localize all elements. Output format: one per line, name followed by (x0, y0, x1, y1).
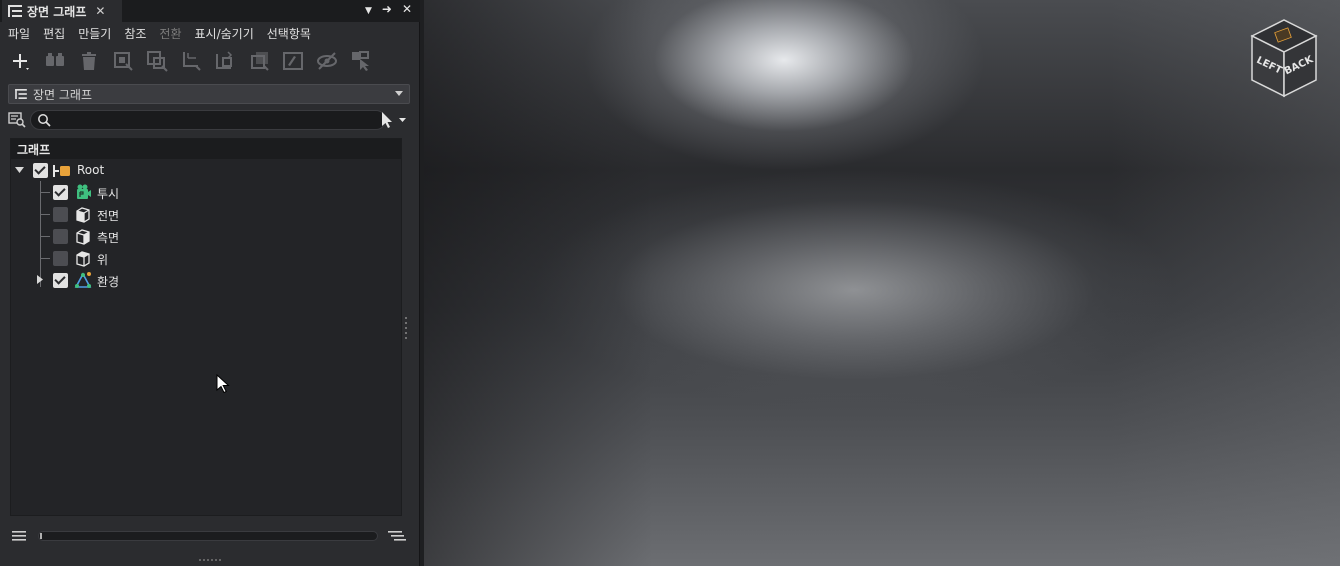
tree-label: 투시 (97, 187, 120, 201)
rename-icon (283, 52, 303, 70)
graph-selector-dropdown[interactable]: 장면 그래프 (8, 84, 410, 104)
visibility-checkbox[interactable] (53, 185, 68, 200)
tree-row-environment[interactable]: 환경 (11, 269, 401, 291)
3d-viewport[interactable]: LEFT BACK (424, 0, 1340, 566)
side-camera-icon (76, 229, 90, 245)
graph-selector-value: 장면 그래프 (33, 87, 93, 102)
tree-row-perspective[interactable]: 투시 (11, 181, 401, 203)
scene-graph-icon (8, 5, 22, 17)
horizontal-scrollbar[interactable] (38, 531, 378, 541)
copy-transform-button (242, 47, 276, 75)
menu-file[interactable]: 파일 (8, 25, 30, 42)
frame-all-button (106, 47, 140, 75)
group-icon (46, 53, 64, 66)
tree-label: 위 (97, 253, 109, 267)
tree-label: 측면 (97, 231, 120, 245)
add-icon (13, 54, 29, 70)
frame-selected-icon (147, 51, 168, 72)
scene-graph-panel: 장면 그래프 ✕ ▼ ➜ ✕ 파일 편집 만들기 참조 전환 표시/숨기기 선택… (0, 0, 420, 566)
root-group-icon (53, 165, 70, 177)
tab-scene-graph[interactable]: 장면 그래프 ✕ (2, 0, 122, 22)
chevron-down-icon (395, 91, 403, 96)
hide-button (310, 47, 344, 75)
pivot-button (208, 47, 242, 75)
panel-menu-icon[interactable]: ▼ (365, 2, 372, 20)
transform-icon (183, 52, 201, 71)
menu-selection[interactable]: 선택항목 (267, 25, 311, 42)
selection-mode-icon[interactable] (380, 111, 410, 129)
tab-close-icon[interactable]: ✕ (95, 4, 105, 18)
pivot-icon (216, 51, 233, 69)
visibility-checkbox-root[interactable] (33, 163, 48, 178)
tree-label: 환경 (97, 275, 120, 289)
tree-column-header: 그래프 (11, 139, 401, 159)
resize-handle[interactable] (198, 558, 222, 562)
visibility-checkbox[interactable] (53, 273, 68, 288)
group-button (38, 47, 72, 75)
scene-tree: 그래프 Root 투시 전면 측면 위 환경 (10, 138, 402, 516)
visibility-checkbox[interactable] (53, 207, 68, 222)
rename-button (276, 47, 310, 75)
frame-all-icon (114, 52, 133, 71)
view-cube[interactable]: LEFT BACK (1244, 16, 1324, 100)
menu-bar: 파일 편집 만들기 참조 전환 표시/숨기기 선택항목 (0, 22, 420, 44)
tree-label-root: Root (77, 163, 105, 177)
visibility-checkbox[interactable] (53, 229, 68, 244)
scene-graph-icon (15, 89, 27, 99)
tree-row-front[interactable]: 전면 (11, 203, 401, 225)
search-box (30, 110, 386, 130)
tab-title: 장면 그래프 (27, 4, 87, 19)
tree-row-side[interactable]: 측면 (11, 225, 401, 247)
select-hierarchy-button (344, 47, 378, 75)
panel-close-icon[interactable]: ✕ (402, 2, 412, 20)
top-camera-icon (76, 251, 90, 267)
pin-icon[interactable]: ➜ (382, 2, 392, 20)
front-camera-icon (76, 207, 90, 223)
menu-create[interactable]: 만들기 (78, 25, 111, 42)
splitter-handle[interactable] (404, 316, 408, 340)
tree-footer (0, 524, 420, 548)
expand-arrow-icon[interactable] (15, 165, 25, 175)
menu-edit[interactable]: 편집 (43, 25, 65, 42)
menu-convert: 전환 (159, 26, 182, 41)
tree-row-top[interactable]: 위 (11, 247, 401, 269)
tree-label: 전면 (97, 209, 120, 223)
list-view-icon[interactable] (12, 530, 26, 542)
transform-button (174, 47, 208, 75)
search-input[interactable] (55, 112, 375, 128)
menu-reference[interactable]: 참조 (124, 25, 146, 42)
expand-arrow-icon[interactable] (35, 275, 45, 285)
search-row (8, 110, 412, 130)
mouse-cursor-icon (216, 374, 230, 394)
tree-row-root[interactable]: Root (11, 159, 401, 181)
frame-selected-button (140, 47, 174, 75)
visibility-checkbox[interactable] (53, 251, 68, 266)
hide-icon (317, 52, 337, 70)
delete-icon (82, 52, 96, 70)
menu-show-hide[interactable]: 표시/숨기기 (195, 25, 254, 42)
delete-button (72, 47, 106, 75)
environment-icon (74, 272, 92, 288)
select-hierarchy-icon (352, 51, 369, 71)
filter-icon[interactable] (8, 112, 26, 128)
tab-bar: 장면 그래프 ✕ ▼ ➜ ✕ (0, 0, 420, 22)
add-button[interactable] (4, 47, 38, 75)
toolbar (0, 46, 420, 76)
copy-transform-icon (251, 52, 269, 71)
perspective-camera-icon (77, 184, 91, 199)
indent-list-icon[interactable] (388, 530, 406, 542)
scrollbar-thumb[interactable] (40, 533, 42, 539)
search-icon (38, 114, 51, 127)
